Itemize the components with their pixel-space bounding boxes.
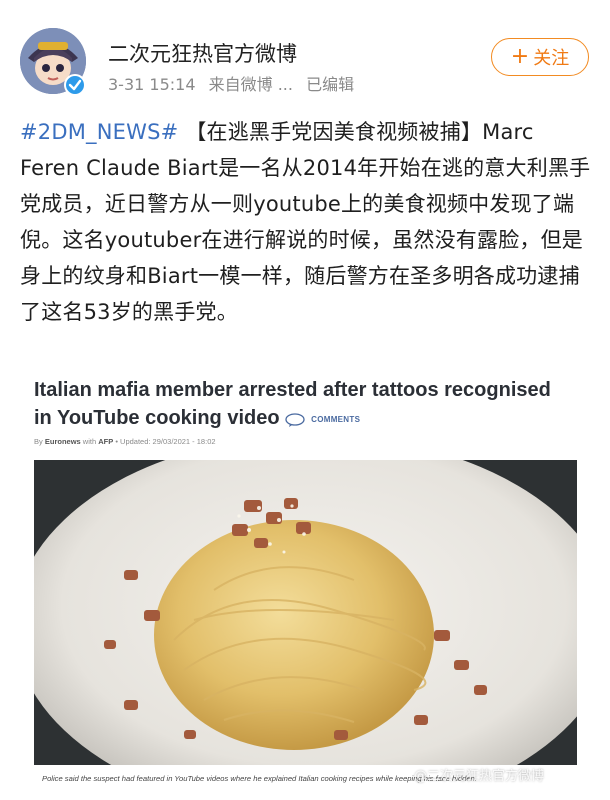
- plus-icon: +: [510, 44, 530, 69]
- follow-button[interactable]: + 关注: [491, 38, 589, 76]
- edited-label[interactable]: 已编辑: [306, 75, 354, 94]
- comment-bubble-icon: [285, 413, 305, 427]
- post-meta: 3-31 15:14 来自微博 ... 已编辑: [108, 71, 362, 95]
- article-byline: By Euronews with AFP • Updated: 29/03/20…: [34, 437, 216, 446]
- post-source[interactable]: 来自微博 ...: [209, 75, 293, 94]
- byline-agency: AFP: [98, 437, 114, 446]
- post-body: Marc Feren Claude Biart是一名从2014年开始在逃的意大利…: [20, 120, 591, 324]
- post-headline: 【在逃黑手党因美食视频被捕】: [185, 120, 483, 144]
- hashtag-link[interactable]: #2DM_NEWS#: [20, 120, 178, 144]
- post-content: #2DM_NEWS# 【在逃黑手党因美食视频被捕】Marc Feren Clau…: [20, 114, 592, 330]
- byline-updated: • Updated: 29/03/2021 - 18:02: [115, 437, 216, 446]
- byline-with: with: [82, 437, 97, 446]
- verified-badge-icon: [64, 74, 86, 96]
- byline-prefix: By: [34, 437, 43, 446]
- photo-caption: Police said the suspect had featured in …: [42, 774, 477, 783]
- follow-label: 关注: [533, 48, 570, 69]
- article-title: Italian mafia member arrested after tatt…: [34, 376, 554, 434]
- pasta-photo: [34, 460, 577, 765]
- byline-source: Euronews: [44, 437, 81, 446]
- username[interactable]: 二次元狂热官方微博: [108, 38, 297, 68]
- post-time: 3-31 15:14: [108, 75, 196, 94]
- comments-label: COMMENTS: [311, 415, 361, 424]
- watermark: @二次元狂热官方微博: [414, 769, 545, 784]
- post-header: 二次元狂热官方微博 3-31 15:14 来自微博 ... 已编辑 + 关注: [0, 0, 610, 110]
- article-image[interactable]: Italian mafia member arrested after tatt…: [34, 374, 588, 799]
